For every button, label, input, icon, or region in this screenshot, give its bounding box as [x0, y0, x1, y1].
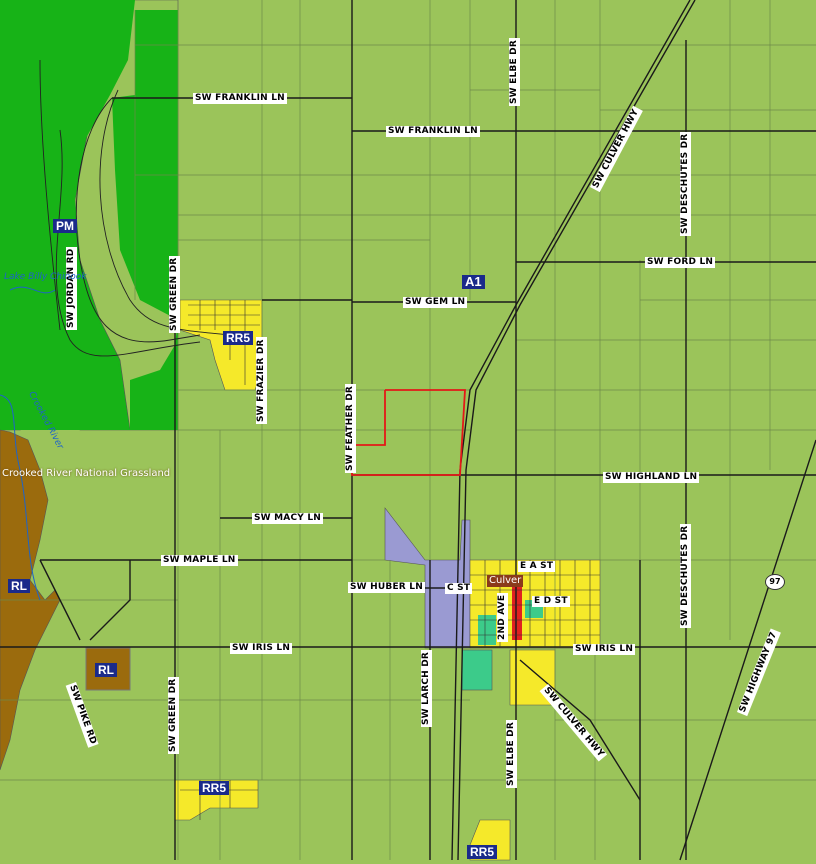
road-label-deschutes-north: SW DESCHUTES DR	[680, 131, 691, 236]
road-label-e-a-st: E A ST	[518, 561, 556, 572]
zone-label-rr5-southwest: RR5	[199, 781, 230, 795]
zoning-map[interactable]: PM A1 RL RL RR5 RR5 RR5 SW FRANKLIN LN S…	[0, 0, 816, 864]
road-label-elbe-north: SW ELBE DR	[509, 38, 520, 106]
road-label-franklin-west: SW FRANKLIN LN	[193, 93, 287, 104]
road-label-iris-west: SW IRIS LN	[230, 643, 293, 654]
road-label-deschutes-south: SW DESCHUTES DR	[680, 523, 691, 628]
road-label-ford: SW FORD LN	[645, 257, 716, 268]
road-label-gem: SW GEM LN	[403, 297, 468, 308]
road-label-c-st: C ST	[445, 583, 473, 594]
water-label-lake-billy-chinook: Lake Billy Chinook	[4, 272, 87, 282]
road-label-frazier: SW FRAZIER DR	[256, 337, 267, 424]
road-label-iris-east: SW IRIS LN	[573, 644, 636, 655]
road-label-feather: SW FEATHER DR	[345, 384, 356, 473]
road-label-e-d-st: E D ST	[532, 596, 570, 607]
zone-public	[478, 615, 496, 645]
road-label-huber: SW HUBER LN	[348, 582, 425, 593]
zone-label-rr5-south: RR5	[467, 845, 498, 859]
zone-label-rl-small: RL	[95, 663, 117, 677]
road-label-macy: SW MACY LN	[252, 513, 323, 524]
road-label-jordan: SW JORDAN RD	[66, 246, 77, 330]
road-label-2nd-ave: 2ND AVE	[497, 592, 508, 642]
road-label-maple: SW MAPLE LN	[161, 555, 238, 566]
road-label-elbe-south: SW ELBE DR	[506, 720, 517, 788]
town-label-culver: Culver	[487, 575, 524, 587]
zone-label-pm: PM	[53, 219, 77, 233]
zone-label-rr5-north: RR5	[223, 331, 254, 345]
zone-commercial	[512, 580, 522, 640]
zone-label-rl-main: RL	[8, 579, 30, 593]
road-label-green-north: SW GREEN DR	[169, 255, 180, 333]
road-label-highland: SW HIGHLAND LN	[603, 472, 700, 483]
road-label-franklin-mid: SW FRANKLIN LN	[386, 126, 480, 137]
highway-97-shield-icon: 97	[765, 574, 785, 590]
road-label-larch: SW LARCH DR	[421, 649, 432, 727]
road-label-green-south: SW GREEN DR	[168, 676, 179, 754]
zone-label-a1: A1	[462, 275, 485, 289]
grassland-label: Crooked River National Grassland	[2, 468, 171, 479]
